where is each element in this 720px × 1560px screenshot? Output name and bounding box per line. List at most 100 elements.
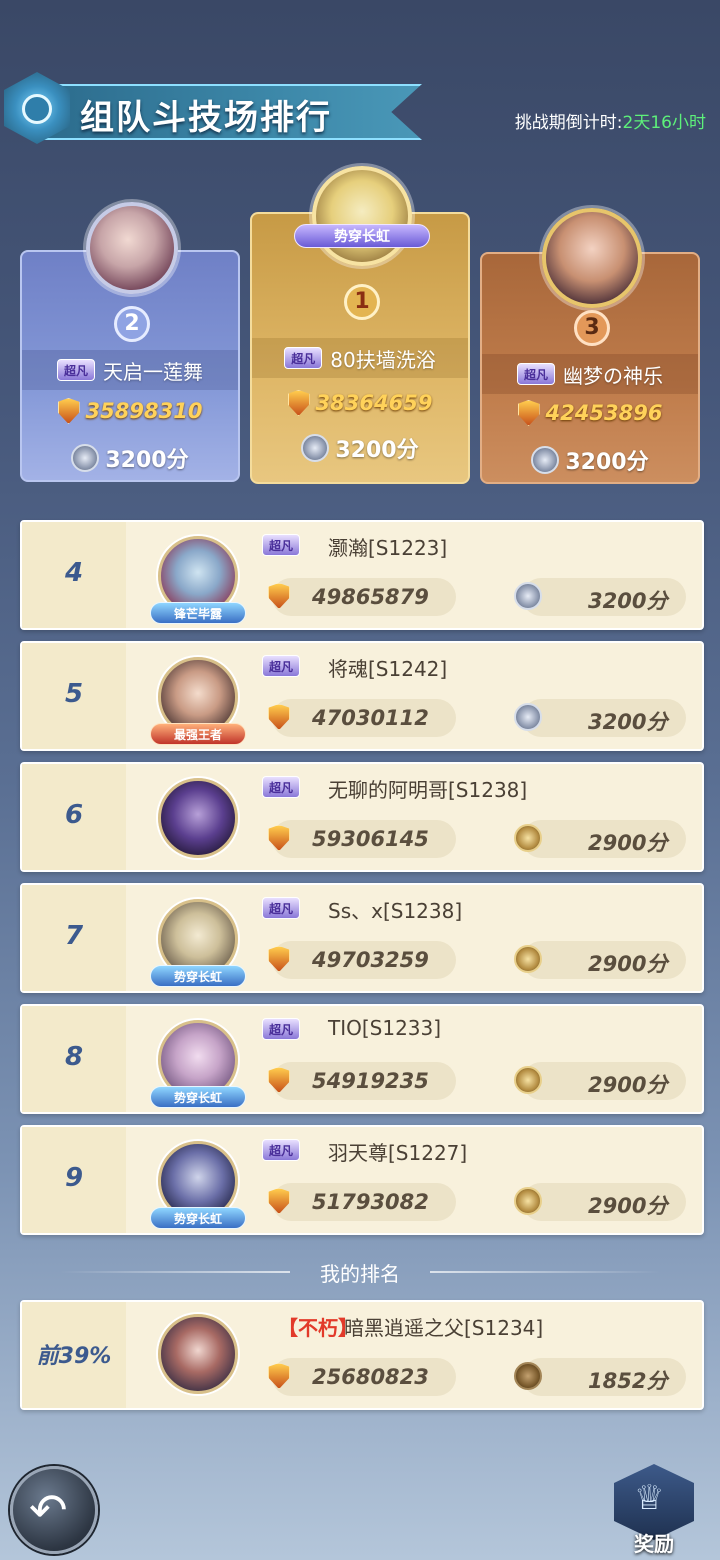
rank-percentile: 前39%	[36, 1344, 112, 1369]
power-row: 38364659	[252, 390, 468, 416]
score-value: 2900分	[588, 952, 668, 976]
ranking-row-6[interactable]: 6 超凡 无聊的阿明哥[S1238] 59306145 2900分	[20, 762, 704, 872]
gold-crest-icon	[514, 1187, 542, 1215]
score-value: 3200分	[335, 438, 419, 463]
score-pill: 2900分	[514, 1062, 686, 1100]
power-shield-icon	[268, 1363, 290, 1389]
gold-crest-icon	[514, 1066, 542, 1094]
rank-cell: 7	[22, 885, 126, 991]
reward-button[interactable]: ♕ 奖励	[606, 1458, 702, 1558]
page-title: 组队斗技场排行	[80, 98, 332, 138]
silver-crest-icon	[531, 446, 560, 474]
player-avatar[interactable]	[158, 1314, 238, 1394]
score-pill: 1852分	[514, 1358, 686, 1396]
player-avatar[interactable]	[86, 202, 178, 294]
player-name: 灏瀚[S1223]	[328, 536, 448, 560]
header-bar: 组队斗技场排行 挑战期倒计时:2天16小时	[0, 72, 720, 152]
power-value: 47030112	[312, 706, 429, 730]
my-ranking-row[interactable]: 前39% 【不朽】 暗黑逍遥之父[S1234] 25680823 1852分	[20, 1300, 704, 1410]
power-value: 54919235	[312, 1069, 429, 1093]
podium-rank-3[interactable]: 3 超凡 幽梦の神乐 42453896 3200分	[480, 208, 700, 484]
player-avatar[interactable]	[542, 208, 642, 308]
rank-number: 9	[64, 1163, 84, 1193]
rank-number: 5	[64, 679, 84, 709]
power-pill: 49865879	[268, 578, 456, 616]
silver-crest-icon	[514, 703, 542, 731]
score-value: 2900分	[588, 831, 668, 855]
gold-crest-icon	[514, 824, 542, 852]
podium-rank-1[interactable]: 势穿长虹 1 超凡 80扶墙洗浴 38364659 3200分	[250, 166, 470, 484]
tier-badge: 超凡	[262, 1139, 301, 1161]
rank-cell: 4	[22, 522, 126, 628]
podium-name-bar: 超凡 80扶墙洗浴	[252, 338, 468, 378]
player-name: 天启一莲舞	[103, 359, 203, 384]
player-name: TIO[S1233]	[328, 1016, 442, 1040]
rank-medal: 2	[114, 306, 150, 342]
reward-label: 奖励	[634, 1532, 674, 1556]
player-name: Ss、x[S1238]	[328, 899, 463, 923]
ranking-row-8[interactable]: 8 势穿长虹 超凡 TIO[S1233] 54919235 2900分	[20, 1004, 704, 1114]
power-pill: 59306145	[268, 820, 456, 858]
silver-crest-icon	[514, 582, 542, 610]
score-value: 2900分	[588, 1194, 668, 1218]
tier-badge: 超凡	[262, 897, 301, 919]
title-badge: 势穿长虹	[294, 224, 430, 248]
power-shield-icon	[57, 398, 80, 424]
back-arrow-icon: ↶	[29, 1483, 68, 1537]
rank-medal: 1	[344, 284, 380, 320]
countdown-label: 挑战期倒计时:	[514, 113, 623, 133]
power-row: 42453896	[482, 400, 698, 426]
player-name: 将魂[S1242]	[328, 657, 448, 681]
countdown-value: 2天16小时	[622, 113, 706, 133]
power-shield-icon	[268, 825, 290, 851]
title-badge: 势穿长虹	[150, 1207, 246, 1229]
power-pill: 47030112	[268, 699, 456, 737]
power-value: 51793082	[312, 1190, 429, 1214]
tier-badge: 超凡	[516, 363, 555, 385]
tier-badge: 超凡	[262, 1018, 301, 1040]
power-shield-icon	[268, 1188, 290, 1214]
title-badge: 最强王者	[150, 723, 246, 745]
power-value: 42453896	[545, 401, 663, 425]
ranking-row-9[interactable]: 9 势穿长虹 超凡 羽天尊[S1227] 51793082 2900分	[20, 1125, 704, 1235]
power-shield-icon	[287, 390, 310, 416]
power-value: 49703259	[312, 948, 429, 972]
score-pill: 2900分	[514, 1183, 686, 1221]
divider	[430, 1271, 660, 1273]
power-pill: 54919235	[268, 1062, 456, 1100]
title-badge: 势穿长虹	[150, 1086, 246, 1108]
rank-number: 8	[64, 1042, 84, 1072]
power-value: 35898310	[85, 399, 203, 423]
power-pill: 49703259	[268, 941, 456, 979]
power-pill: 51793082	[268, 1183, 456, 1221]
player-avatar[interactable]	[158, 778, 238, 858]
podium-rank-2[interactable]: 2 超凡 天启一莲舞 35898310 3200分	[20, 202, 240, 482]
rank-cell: 前39%	[22, 1302, 126, 1408]
rank-number: 4	[64, 558, 84, 588]
score-pill: 3200分	[514, 578, 686, 616]
tier-badge: 超凡	[262, 534, 301, 556]
back-button[interactable]: ↶	[10, 1466, 98, 1554]
rank-number: 7	[64, 921, 84, 951]
rank-cell: 6	[22, 764, 126, 870]
power-value: 59306145	[312, 827, 429, 851]
player-avatar[interactable]	[312, 166, 412, 266]
power-value: 49865879	[312, 585, 429, 609]
power-value: 38364659	[315, 391, 433, 415]
power-value: 25680823	[312, 1365, 429, 1389]
bronze-crest-icon	[514, 1362, 542, 1390]
rank-number: 6	[64, 800, 84, 830]
ranking-row-5[interactable]: 5 最强王者 超凡 将魂[S1242] 47030112 3200分	[20, 641, 704, 751]
gold-crest-icon	[514, 945, 542, 973]
score-pill: 2900分	[514, 941, 686, 979]
tier-badge: 超凡	[262, 655, 301, 677]
score-value: 1852分	[588, 1369, 668, 1393]
rank-cell: 8	[22, 1006, 126, 1112]
score-pill: 3200分	[514, 699, 686, 737]
rank-cell: 9	[22, 1127, 126, 1233]
ranking-row-4[interactable]: 4 锋芒毕露 超凡 灏瀚[S1223] 49865879 3200分	[20, 520, 704, 630]
score-row: 3200分	[22, 442, 238, 474]
player-name: 暗黑逍遥之父[S1234]	[344, 1316, 544, 1340]
player-name: 无聊的阿明哥[S1238]	[328, 778, 528, 802]
ranking-row-7[interactable]: 7 势穿长虹 超凡 Ss、x[S1238] 49703259 2900分	[20, 883, 704, 993]
